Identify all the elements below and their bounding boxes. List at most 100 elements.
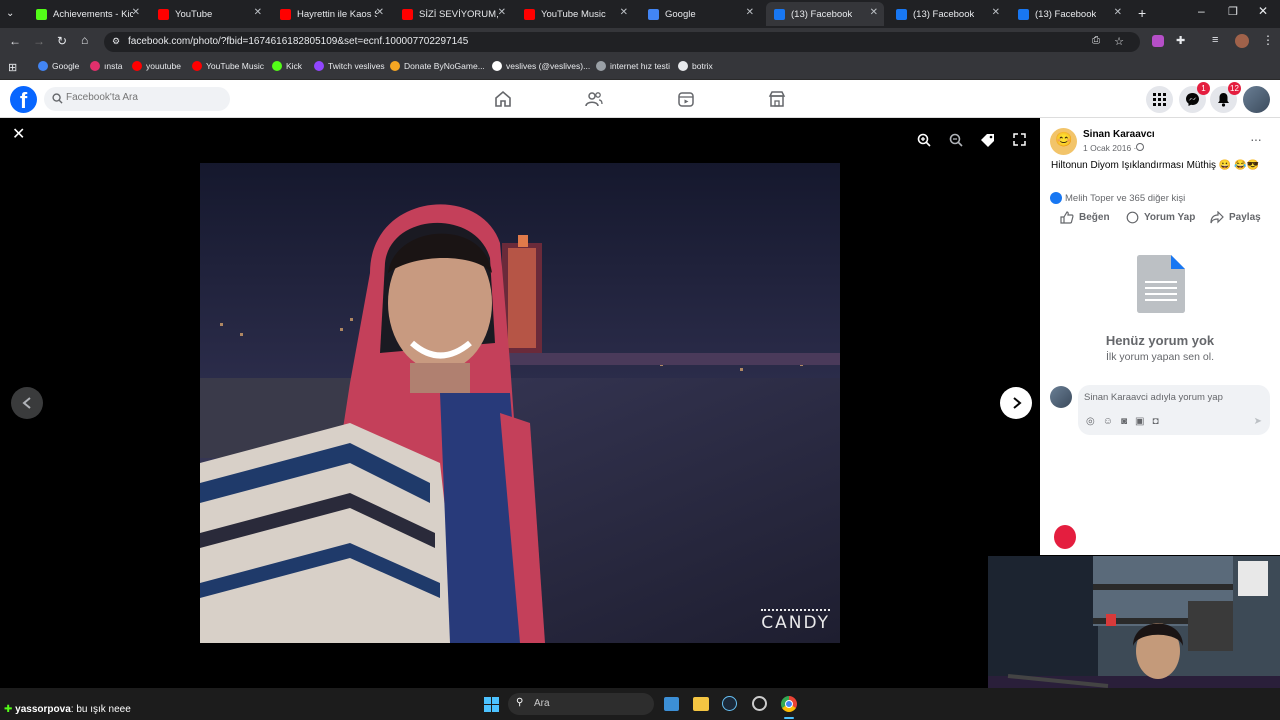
apps-grid-icon[interactable]: ⊞ bbox=[8, 61, 17, 74]
close-window-button[interactable]: ✕ bbox=[1258, 4, 1268, 18]
browser-tab[interactable]: (13) Facebook ✕ bbox=[1010, 2, 1128, 26]
like-button[interactable]: Beğen bbox=[1060, 211, 1110, 224]
messenger-button[interactable]: 1 bbox=[1179, 82, 1210, 113]
bookmark-star-icon[interactable]: ☆ bbox=[1114, 35, 1124, 48]
comment-input[interactable]: Sinan Karaavci adıyla yorum yap bbox=[1084, 392, 1223, 403]
forward-icon[interactable]: → bbox=[33, 34, 45, 48]
bookmark-item[interactable]: ınsta bbox=[90, 61, 122, 71]
zoom-out-icon[interactable] bbox=[949, 133, 963, 152]
friends-nav-icon[interactable] bbox=[585, 90, 603, 108]
bookmark-favicon-icon bbox=[390, 61, 400, 71]
chrome-icon[interactable] bbox=[781, 696, 797, 712]
send-icon[interactable]: ➤ bbox=[1254, 416, 1262, 427]
home-nav-icon[interactable] bbox=[494, 90, 512, 108]
hotel-tower bbox=[502, 235, 542, 353]
reload-icon[interactable]: ↻ bbox=[57, 34, 67, 48]
tab-close-icon[interactable]: ✕ bbox=[620, 7, 628, 18]
home-icon[interactable]: ⌂ bbox=[81, 33, 88, 47]
facebook-logo[interactable]: f bbox=[10, 86, 37, 113]
address-bar[interactable]: ⚙ facebook.com/photo/?fbid=1674616182805… bbox=[104, 32, 1140, 52]
bookmark-item[interactable]: Kick bbox=[272, 61, 302, 71]
back-icon[interactable]: ← bbox=[9, 34, 21, 48]
video-nav-icon[interactable] bbox=[677, 90, 695, 108]
next-photo-button[interactable] bbox=[1000, 387, 1032, 419]
browser-menu-icon[interactable]: ⋮ bbox=[1262, 33, 1274, 47]
browser-tab[interactable]: YouTube ✕ bbox=[150, 2, 268, 26]
extensions-puzzle-icon[interactable]: ✚ bbox=[1176, 34, 1185, 47]
tab-close-icon[interactable]: ✕ bbox=[746, 7, 754, 18]
post-date[interactable]: 1 Ocak 2016 · bbox=[1083, 143, 1136, 153]
menu-grid-icon bbox=[1153, 93, 1166, 106]
close-viewer-icon[interactable]: ✕ bbox=[12, 124, 25, 144]
bookmark-item[interactable]: youutube bbox=[132, 61, 181, 71]
install-icon[interactable]: ⎙ bbox=[1092, 35, 1100, 46]
menu-button[interactable] bbox=[1146, 86, 1173, 113]
bookmark-item[interactable]: Twitch veslives bbox=[314, 61, 385, 71]
notifications-button[interactable]: 12 bbox=[1210, 82, 1241, 113]
emoji-icon[interactable]: ☺ bbox=[1103, 416, 1113, 427]
bookmark-item[interactable]: veslives (@veslives)... bbox=[492, 61, 590, 71]
tab-close-icon[interactable]: ✕ bbox=[1114, 7, 1122, 18]
author-name[interactable]: Sinan Karaavcı bbox=[1083, 129, 1155, 140]
post-options-icon[interactable]: ··· bbox=[1250, 131, 1262, 147]
tab-search-button[interactable]: ⌄ bbox=[6, 8, 14, 19]
browser-tab-strip: ⌄ Achievements - Kick ✕ YouTube ✕ Hayrettin … bbox=[0, 0, 1280, 28]
zoom-in-icon[interactable] bbox=[917, 133, 931, 152]
like-label: Beğen bbox=[1079, 212, 1110, 223]
bookmark-item[interactable]: botrix bbox=[678, 61, 713, 71]
share-button[interactable]: Paylaş bbox=[1210, 211, 1261, 224]
author-avatar[interactable]: 😊 bbox=[1050, 128, 1077, 155]
commenter-avatar[interactable] bbox=[1050, 386, 1072, 408]
browser-tab[interactable]: (13) Facebook ✕ bbox=[766, 2, 884, 26]
camera-icon[interactable]: ◙ bbox=[1121, 416, 1127, 427]
search-input[interactable] bbox=[66, 92, 216, 103]
steam-icon[interactable] bbox=[722, 696, 737, 711]
tab-close-icon[interactable]: ✕ bbox=[870, 7, 878, 18]
fullscreen-icon[interactable] bbox=[1013, 133, 1026, 151]
account-avatar[interactable] bbox=[1243, 86, 1270, 113]
taskbar-search[interactable]: ⚲ Ara bbox=[508, 693, 654, 715]
tab-close-icon[interactable]: ✕ bbox=[254, 7, 262, 18]
reactions-summary[interactable]: Melih Toper ve 365 diğer kişi bbox=[1065, 193, 1185, 204]
bookmark-item[interactable]: internet hız testi bbox=[596, 61, 670, 71]
extension-icon[interactable] bbox=[1152, 35, 1164, 47]
widgets-icon[interactable] bbox=[664, 697, 679, 711]
bookmark-item[interactable]: Google bbox=[38, 61, 79, 71]
tab-title: YouTube bbox=[175, 8, 213, 20]
tab-favicon-icon bbox=[1018, 8, 1029, 20]
bookmark-item[interactable]: YouTube Music bbox=[192, 61, 264, 71]
facebook-search[interactable] bbox=[44, 87, 230, 111]
comment-box[interactable]: Sinan Karaavci adıyla yorum yap ◎ ☺ ◙ ▣ … bbox=[1078, 385, 1270, 435]
browser-tab[interactable]: SİZİ SEVİYORUM, SİZİ✕ bbox=[394, 2, 512, 26]
marketplace-nav-icon[interactable] bbox=[768, 90, 786, 108]
app-icon[interactable] bbox=[752, 696, 767, 711]
tag-icon[interactable] bbox=[980, 133, 995, 153]
comment-button[interactable]: Yorum Yap bbox=[1126, 211, 1195, 224]
file-explorer-icon[interactable] bbox=[693, 697, 709, 711]
tab-title: (13) Facebook bbox=[1035, 8, 1097, 20]
tab-close-icon[interactable]: ✕ bbox=[992, 7, 1000, 18]
avatar-sticker-icon[interactable]: ◎ bbox=[1086, 416, 1095, 427]
profile-avatar[interactable] bbox=[1235, 34, 1249, 48]
gif-icon[interactable]: ▣ bbox=[1135, 416, 1144, 427]
tab-close-icon[interactable]: ✕ bbox=[132, 7, 140, 18]
browser-tab[interactable]: Google ✕ bbox=[640, 2, 760, 26]
browser-tab[interactable]: YouTube Music ✕ bbox=[516, 2, 634, 26]
maximize-button[interactable]: ❐ bbox=[1228, 5, 1238, 18]
browser-tab[interactable]: Hayrettin ile Kaos Sh ✕ bbox=[272, 2, 390, 26]
browser-tab[interactable]: (13) Facebook ✕ bbox=[888, 2, 1006, 26]
messenger-icon bbox=[1186, 93, 1199, 106]
new-tab-button[interactable]: + bbox=[1138, 5, 1146, 21]
browser-tab[interactable]: Achievements - Kick ✕ bbox=[28, 2, 146, 26]
bookmark-item[interactable]: Donate ByNoGame... bbox=[390, 61, 485, 71]
sticker-icon[interactable]: ◘ bbox=[1152, 416, 1158, 427]
start-icon[interactable] bbox=[484, 697, 499, 717]
tab-favicon-icon bbox=[774, 8, 785, 20]
minimize-button[interactable]: – bbox=[1198, 4, 1205, 18]
site-info-icon[interactable]: ⚙ bbox=[112, 36, 120, 47]
tab-close-icon[interactable]: ✕ bbox=[376, 7, 384, 18]
media-control-icon[interactable]: ≡ bbox=[1212, 34, 1218, 46]
taskbar-search-icon: ⚲ bbox=[516, 697, 524, 708]
previous-photo-button[interactable] bbox=[11, 387, 43, 419]
tab-close-icon[interactable]: ✕ bbox=[498, 7, 506, 18]
